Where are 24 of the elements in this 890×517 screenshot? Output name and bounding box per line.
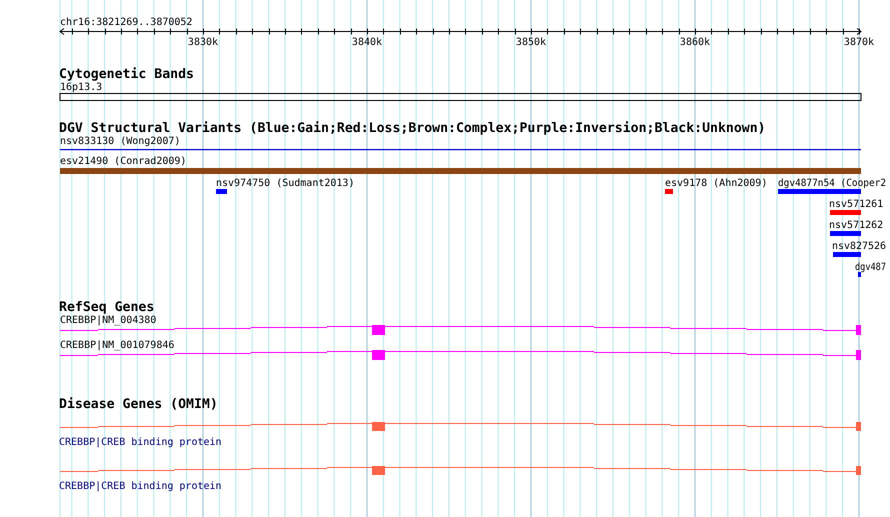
variant-label: nsv974750 (Sudmant2013) xyxy=(216,178,354,189)
tick-label: 3860k xyxy=(680,37,710,48)
location-label: chr16:3821269..3870052 xyxy=(60,17,192,28)
band-label: 16p13.3 xyxy=(60,82,102,93)
track-title: DGV Structural Variants (Blue:Gain;Red:Loss;Brown:Complex;Purple:Inversion;Black:Unknown) xyxy=(59,121,766,136)
transcript-label: CREBBP|NM_004380 xyxy=(60,315,156,326)
variant-label: nsv571262 xyxy=(829,220,884,231)
tick-label: 3850k xyxy=(516,37,546,48)
transcript-label: CREBBP|NM_001079846 xyxy=(60,340,174,351)
tick-label: 3830k xyxy=(188,37,218,48)
variant-label: esv9178 (Ahn2009) xyxy=(665,178,768,189)
variant-label: dgv4877n54 (Cooper2 xyxy=(778,178,890,189)
disease-gene-label: CREBBP|CREB binding protein xyxy=(59,437,222,448)
disease-gene-label: CREBBP|CREB binding protein xyxy=(59,481,222,492)
variant-label: nsv827526 xyxy=(832,241,886,252)
variant-label: dgv487 xyxy=(855,262,890,273)
variant-label: nsv833130 (Wong2007) xyxy=(60,136,180,147)
tick-label: 3840k xyxy=(352,37,382,48)
variant-label: nsv571261 xyxy=(829,199,884,210)
track-title: Cytogenetic Bands xyxy=(59,67,194,82)
track-title: RefSeq Genes xyxy=(59,300,154,315)
variant-label: esv21490 (Conrad2009) xyxy=(60,156,186,167)
track-title: Disease Genes (OMIM) xyxy=(59,397,218,412)
tick-label: 3870k xyxy=(844,37,874,48)
